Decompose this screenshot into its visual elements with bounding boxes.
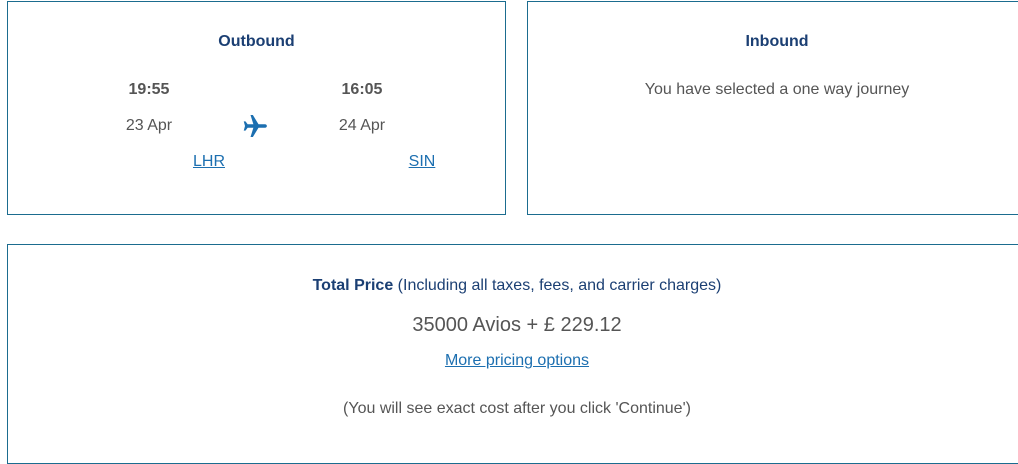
price-amount: 35000 Avios + £ 229.12: [412, 314, 622, 336]
one-way-message: You have selected a one way journey: [644, 81, 910, 98]
departure-airport-link[interactable]: LHR: [149, 153, 269, 171]
pricing-link-row: More pricing options: [8, 352, 1018, 370]
inbound-title: Inbound: [745, 33, 809, 50]
airplane-icon: [243, 115, 267, 137]
outbound-card: Outbound 19:55 23 Apr LHR 16:05 24 Apr S…: [7, 1, 506, 215]
arrival-date: 24 Apr: [338, 117, 386, 134]
arrival-time: 16:05: [341, 81, 383, 98]
total-price-note: (Including all taxes, fees, and carrier …: [397, 277, 722, 294]
departure-time: 19:55: [128, 81, 170, 98]
outbound-title: Outbound: [218, 33, 295, 50]
inbound-card: Inbound You have selected a one way jour…: [527, 1, 1018, 215]
arrival-airport-link[interactable]: SIN: [362, 153, 482, 171]
total-price-heading: Total Price (Including all taxes, fees, …: [8, 277, 1018, 295]
total-price-label: Total Price: [312, 277, 394, 294]
price-card: Total Price (Including all taxes, fees, …: [7, 244, 1018, 464]
cost-note: (You will see exact cost after you click…: [343, 400, 691, 417]
departure-date: 23 Apr: [125, 117, 173, 134]
more-pricing-options-link[interactable]: More pricing options: [445, 352, 589, 369]
